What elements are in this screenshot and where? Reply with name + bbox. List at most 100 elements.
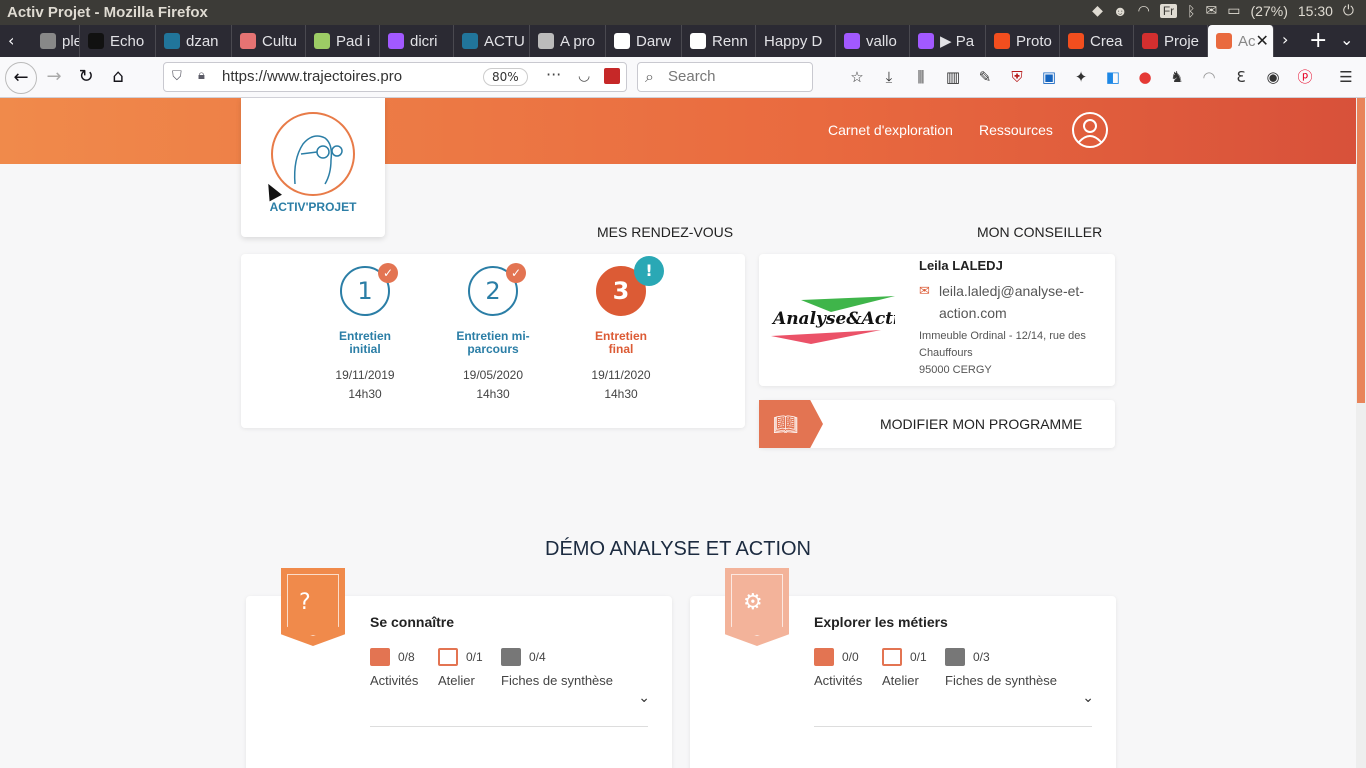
- modify-program-button[interactable]: 📖︎ MODIFIER MON PROGRAMME: [759, 400, 1115, 448]
- browser-tab[interactable]: Ac ✕: [1208, 25, 1274, 57]
- os-top-bar: Activ Projet - Mozilla Firefox ◆ ☻ ◠ Fr …: [0, 0, 1366, 25]
- download-icon[interactable]: ⤓: [879, 67, 899, 87]
- mail-icon[interactable]: ✉: [1206, 2, 1218, 19]
- browser-tab[interactable]: ple: [32, 25, 80, 57]
- extension-s-icon[interactable]: ▣: [1039, 67, 1059, 87]
- stat-label: Activités: [814, 673, 863, 688]
- tracking-shield-icon[interactable]: ⛉: [172, 69, 182, 84]
- close-tab-icon[interactable]: ✕: [1256, 31, 1269, 51]
- wifi-icon[interactable]: ◠: [1138, 2, 1150, 19]
- stat-atelier: 0/1: [882, 648, 927, 666]
- browser-tab[interactable]: Echo: [80, 25, 156, 57]
- extension-greasemonkey-icon[interactable]: ✦: [1071, 67, 1091, 87]
- browser-tab[interactable]: vallo: [836, 25, 910, 57]
- sidebar-icon[interactable]: ▥: [943, 67, 963, 87]
- tab-favicon-icon: [462, 33, 478, 49]
- tab-favicon-icon: [388, 33, 404, 49]
- browser-tab[interactable]: Proje: [1134, 25, 1208, 57]
- menu-icon[interactable]: ☰: [1336, 67, 1356, 87]
- battery-icon[interactable]: ▭: [1227, 2, 1240, 19]
- game-icon[interactable]: ☻: [1113, 3, 1128, 19]
- account-icon[interactable]: ◉: [1263, 67, 1283, 87]
- browser-tab[interactable]: ACTU: [454, 25, 530, 57]
- step-label: Entretien final: [594, 329, 647, 356]
- home-button[interactable]: ⌂: [106, 65, 130, 89]
- company-logo: Analyse&Action: [771, 296, 923, 344]
- appointment-step-2[interactable]: 2 ✓ Entretien mi-parcours 19/05/2020 14h30: [443, 263, 543, 404]
- extension-ei-icon[interactable]: Ꜫ: [1231, 67, 1251, 87]
- page-scrollbar[interactable]: [1356, 98, 1366, 768]
- nav-link-ressources[interactable]: Ressources: [979, 122, 1053, 138]
- tab-favicon-icon: [1142, 33, 1158, 49]
- demo-section-title: DÉMO ANALYSE ET ACTION: [545, 538, 811, 560]
- appointment-step-1[interactable]: 1 ✓ Entretien initial 19/11/2019 14h30: [315, 263, 415, 404]
- extension-fi-icon[interactable]: ◧: [1103, 67, 1123, 87]
- power-icon[interactable]: ⏻: [1343, 2, 1354, 19]
- list-all-tabs-icon[interactable]: ⌄: [1340, 30, 1353, 49]
- advisor-card: Analyse&Action Leila LALEDJ ✉ leila.lale…: [759, 254, 1115, 386]
- tab-favicon-icon: [1068, 33, 1084, 49]
- extension-tomato-icon[interactable]: ●: [1135, 67, 1155, 87]
- module-title: Se connaître: [370, 614, 455, 630]
- pocket-icon[interactable]: ◡: [578, 68, 590, 84]
- tab-label: vallo: [866, 32, 897, 50]
- clock[interactable]: 15:30: [1298, 3, 1333, 19]
- extension-horse-icon[interactable]: ♞: [1167, 67, 1187, 87]
- ublock-icon[interactable]: ⛨: [1007, 67, 1027, 87]
- book-icon: 📖︎: [773, 412, 799, 436]
- screenshot-extension-icon[interactable]: [604, 68, 620, 84]
- bookmark-star-icon[interactable]: ☆: [847, 67, 867, 87]
- keyboard-layout[interactable]: Fr: [1159, 3, 1178, 18]
- library-icon[interactable]: ⫼: [911, 67, 931, 87]
- appointment-step-3[interactable]: 3! Entretien final 19/11/2020 14h30: [571, 256, 671, 404]
- page-actions-icon[interactable]: ···: [546, 65, 561, 84]
- browser-tab[interactable]: Renn: [682, 25, 756, 57]
- bluetooth-icon[interactable]: ᛒ: [1187, 3, 1195, 19]
- browser-tab[interactable]: A pro: [530, 25, 606, 57]
- reload-button[interactable]: ↻: [74, 65, 98, 89]
- lock-icon[interactable]: 🔒︎: [198, 68, 205, 83]
- check-icon: ✓: [378, 263, 398, 283]
- calendar-icon: [882, 648, 902, 666]
- expand-chevron-icon[interactable]: ⌄: [638, 690, 650, 706]
- dropbox-icon[interactable]: ◆: [1092, 2, 1103, 19]
- tab-favicon-icon: [994, 33, 1010, 49]
- site-logo[interactable]: ACTIV'PROJET: [241, 98, 385, 237]
- search-input[interactable]: Search: [637, 62, 813, 92]
- browser-tab[interactable]: ▶ Pa: [910, 25, 986, 57]
- url-bar[interactable]: ⛉ 🔒︎ https://www.trajectoires.pro 80% ··…: [163, 62, 627, 92]
- new-tab-icon[interactable]: +: [1309, 28, 1327, 53]
- back-button[interactable]: ←: [5, 62, 37, 94]
- scroll-tabs-right-icon[interactable]: ›: [1282, 30, 1288, 49]
- browser-tab[interactable]: Cultu: [232, 25, 306, 57]
- extension-arc-icon[interactable]: ◠: [1199, 67, 1219, 87]
- tab-label: Renn: [712, 32, 748, 50]
- nav-link-carnet[interactable]: Carnet d'exploration: [828, 122, 953, 138]
- browser-tab[interactable]: Proto: [986, 25, 1060, 57]
- browser-tab[interactable]: dzan: [156, 25, 232, 57]
- forward-button[interactable]: →: [42, 65, 66, 89]
- appointments-card: 1 ✓ Entretien initial 19/11/2019 14h30 2 ✓ E…: [241, 254, 745, 428]
- stat-activites: 0/0: [814, 648, 859, 666]
- pinterest-icon[interactable]: ⓟ: [1295, 67, 1315, 87]
- tab-label: Proto: [1016, 32, 1052, 50]
- alert-icon: !: [634, 256, 664, 286]
- browser-tab[interactable]: Crea: [1060, 25, 1134, 57]
- url-text[interactable]: https://www.trajectoires.pro: [222, 68, 402, 85]
- browser-tab[interactable]: Happy D: [756, 25, 836, 57]
- step-label: Entretien mi-parcours: [456, 329, 530, 356]
- tab-favicon-icon: [40, 33, 56, 49]
- scrollbar-thumb[interactable]: [1357, 98, 1365, 403]
- zoom-indicator[interactable]: 80%: [483, 68, 528, 86]
- tab-label: Happy D: [764, 32, 823, 50]
- advisor-name: Leila LALEDJ: [919, 258, 1003, 273]
- browser-tab[interactable]: Pad i: [306, 25, 380, 57]
- tab-favicon-icon: [844, 33, 860, 49]
- browser-tab[interactable]: Darw: [606, 25, 682, 57]
- scroll-tabs-left-icon[interactable]: ‹: [8, 31, 14, 50]
- user-profile-icon[interactable]: [1072, 112, 1108, 148]
- browser-tab[interactable]: dicri: [380, 25, 454, 57]
- expand-chevron-icon[interactable]: ⌄: [1082, 690, 1094, 706]
- advisor-email[interactable]: ✉ leila.laledj@analyse-et-action.com: [919, 280, 1109, 324]
- eyedropper-icon[interactable]: ✎: [975, 67, 995, 87]
